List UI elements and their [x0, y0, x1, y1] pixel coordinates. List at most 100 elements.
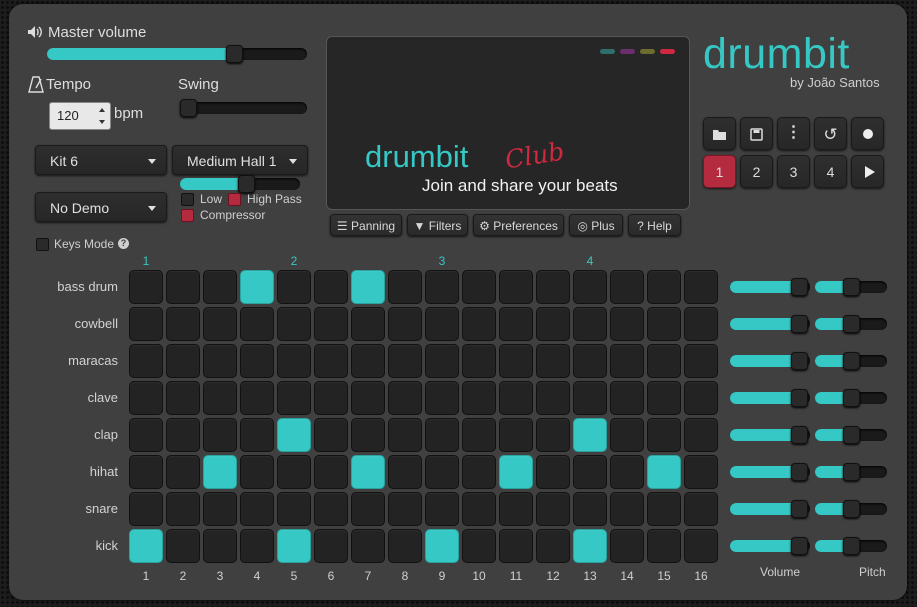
step-cell[interactable]: [388, 344, 422, 378]
step-cell[interactable]: [647, 492, 681, 526]
step-cell[interactable]: [203, 381, 237, 415]
step-cell[interactable]: [129, 270, 163, 304]
swing-knob[interactable]: [180, 99, 197, 117]
track-pitch-knob[interactable]: [843, 500, 860, 518]
help-button[interactable]: ? Help: [628, 214, 681, 236]
step-cell[interactable]: [462, 492, 496, 526]
step-cell[interactable]: [684, 418, 718, 452]
step-cell[interactable]: [388, 492, 422, 526]
step-cell[interactable]: [536, 307, 570, 341]
step-cell[interactable]: [573, 270, 607, 304]
step-cell[interactable]: [129, 455, 163, 489]
step-cell[interactable]: [314, 307, 348, 341]
step-cell[interactable]: [314, 529, 348, 563]
step-cell[interactable]: [277, 455, 311, 489]
step-cell[interactable]: [647, 455, 681, 489]
step-cell[interactable]: [166, 307, 200, 341]
step-cell[interactable]: [351, 307, 385, 341]
tempo-down-arrow[interactable]: [96, 117, 108, 127]
step-cell[interactable]: [462, 344, 496, 378]
step-cell[interactable]: [499, 455, 533, 489]
step-cell[interactable]: [684, 270, 718, 304]
step-cell[interactable]: [684, 307, 718, 341]
step-cell[interactable]: [425, 381, 459, 415]
keys-mode-checkbox[interactable]: [36, 238, 49, 251]
step-cell[interactable]: [647, 381, 681, 415]
step-cell[interactable]: [166, 529, 200, 563]
step-cell[interactable]: [351, 418, 385, 452]
step-cell[interactable]: [647, 418, 681, 452]
track-volume-slider[interactable]: [730, 426, 810, 444]
step-cell[interactable]: [203, 270, 237, 304]
step-cell[interactable]: [610, 418, 644, 452]
track-pitch-knob[interactable]: [843, 463, 860, 481]
step-cell[interactable]: [462, 418, 496, 452]
step-cell[interactable]: [462, 529, 496, 563]
pattern-button-4[interactable]: 4: [814, 155, 847, 188]
plus-button[interactable]: ◎ Plus: [569, 214, 623, 236]
tempo-input[interactable]: 120: [49, 102, 111, 130]
step-cell[interactable]: [536, 418, 570, 452]
play-button[interactable]: [851, 155, 884, 188]
step-cell[interactable]: [240, 455, 274, 489]
step-cell[interactable]: [462, 307, 496, 341]
step-cell[interactable]: [499, 529, 533, 563]
track-pitch-slider[interactable]: [815, 426, 887, 444]
step-cell[interactable]: [129, 381, 163, 415]
step-cell[interactable]: [684, 529, 718, 563]
reset-button[interactable]: ↺: [814, 117, 847, 150]
step-cell[interactable]: [351, 344, 385, 378]
track-pitch-slider[interactable]: [815, 352, 887, 370]
low-checkbox[interactable]: [181, 193, 194, 206]
step-cell[interactable]: [536, 344, 570, 378]
track-volume-slider[interactable]: [730, 537, 810, 555]
kit-select[interactable]: Kit 6: [35, 145, 167, 175]
step-cell[interactable]: [166, 492, 200, 526]
step-cell[interactable]: [388, 418, 422, 452]
help-icon[interactable]: ?: [118, 238, 129, 249]
step-cell[interactable]: [388, 381, 422, 415]
track-volume-knob[interactable]: [790, 389, 808, 407]
step-cell[interactable]: [351, 270, 385, 304]
track-pitch-knob[interactable]: [843, 389, 860, 407]
step-cell[interactable]: [647, 344, 681, 378]
step-cell[interactable]: [166, 344, 200, 378]
step-cell[interactable]: [203, 455, 237, 489]
pattern-button-3[interactable]: 3: [777, 155, 810, 188]
step-cell[interactable]: [277, 492, 311, 526]
step-cell[interactable]: [684, 381, 718, 415]
step-cell[interactable]: [462, 455, 496, 489]
track-pitch-knob[interactable]: [843, 278, 860, 296]
track-pitch-slider[interactable]: [815, 463, 887, 481]
step-cell[interactable]: [462, 381, 496, 415]
step-cell[interactable]: [388, 529, 422, 563]
step-cell[interactable]: [462, 270, 496, 304]
step-cell[interactable]: [314, 344, 348, 378]
step-cell[interactable]: [647, 307, 681, 341]
track-pitch-slider[interactable]: [815, 389, 887, 407]
step-cell[interactable]: [499, 344, 533, 378]
track-volume-slider[interactable]: [730, 278, 810, 296]
step-cell[interactable]: [425, 455, 459, 489]
step-cell[interactable]: [610, 344, 644, 378]
step-cell[interactable]: [684, 344, 718, 378]
step-cell[interactable]: [277, 344, 311, 378]
step-cell[interactable]: [573, 418, 607, 452]
track-volume-knob[interactable]: [790, 463, 808, 481]
step-cell[interactable]: [314, 418, 348, 452]
step-cell[interactable]: [203, 344, 237, 378]
step-cell[interactable]: [388, 307, 422, 341]
step-cell[interactable]: [573, 529, 607, 563]
master-volume-knob[interactable]: [226, 45, 244, 63]
track-pitch-knob[interactable]: [843, 426, 860, 444]
step-cell[interactable]: [499, 307, 533, 341]
step-cell[interactable]: [610, 455, 644, 489]
step-cell[interactable]: [610, 381, 644, 415]
step-cell[interactable]: [647, 529, 681, 563]
panning-button[interactable]: ☰ Panning: [330, 214, 402, 236]
step-cell[interactable]: [351, 492, 385, 526]
record-button[interactable]: [851, 117, 884, 150]
step-cell[interactable]: [277, 307, 311, 341]
swing-slider[interactable]: [180, 99, 307, 117]
step-cell[interactable]: [388, 270, 422, 304]
